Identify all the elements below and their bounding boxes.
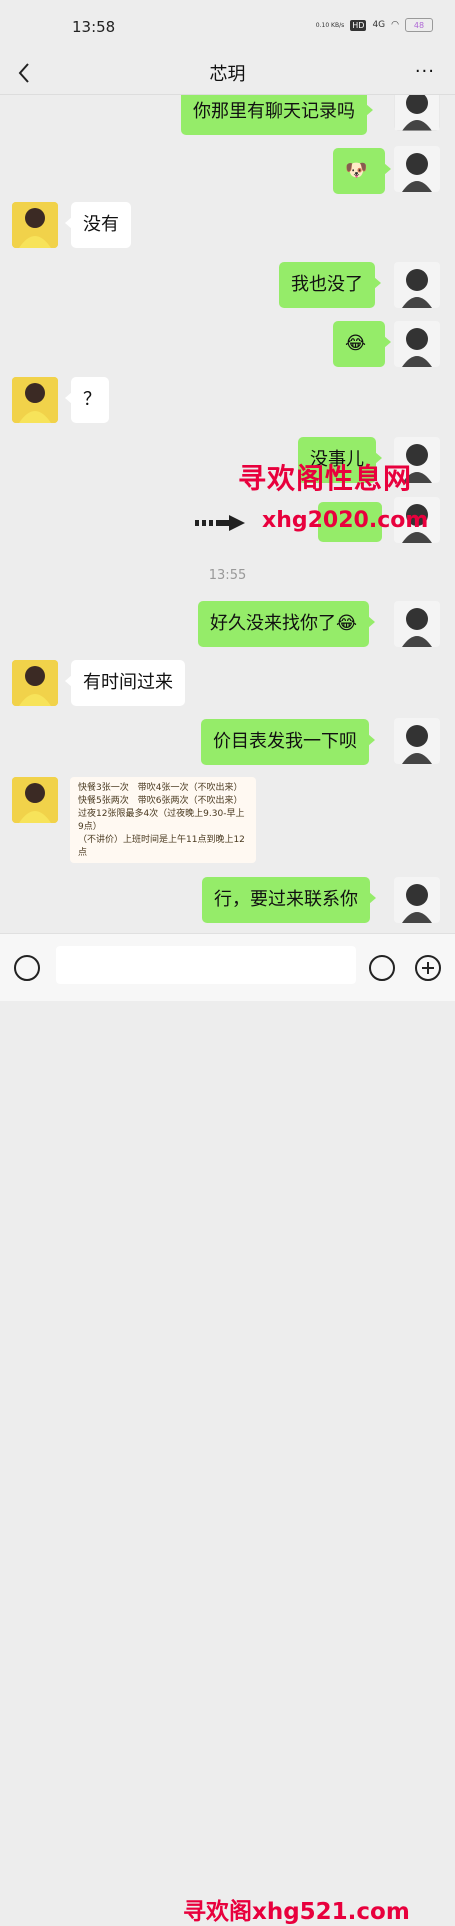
price-list-card[interactable]: 快餐3张一次 带吹4张一次（不吹出来） 快餐5张两次 带吹6张两次（不吹出来） …: [70, 777, 256, 863]
avatar[interactable]: [394, 321, 440, 367]
dog-emoji: 🐶: [345, 160, 368, 181]
message-bubble[interactable]: 没有: [65, 202, 131, 248]
watermark-bottom: 寻欢阁xhg521.com: [183, 1899, 410, 1925]
avatar[interactable]: [394, 95, 440, 131]
status-icons: 0.10 KB/s HD 4G ◠ 48: [316, 18, 433, 32]
avatar[interactable]: [394, 262, 440, 308]
status-bar: 13:58 0.10 KB/s HD 4G ◠ 48: [0, 0, 455, 52]
battery-icon: 48: [405, 18, 433, 32]
wifi-icon: ◠: [391, 20, 399, 30]
avatar[interactable]: [394, 601, 440, 647]
laugh-emoji: 😂: [345, 333, 367, 354]
avatar[interactable]: [12, 660, 58, 706]
message-bubble[interactable]: 你那里有聊天记录吗: [181, 95, 373, 135]
message-bubble[interactable]: 😂: [333, 321, 391, 367]
avatar[interactable]: [394, 146, 440, 192]
message-bubble[interactable]: 有时间过来: [65, 660, 185, 706]
message-bubble[interactable]: 好久没来找你了😂: [198, 601, 376, 647]
avatar[interactable]: [394, 718, 440, 764]
arrow-icon: [195, 515, 245, 531]
battery-level: 48: [413, 20, 425, 30]
chat-title: 芯玥: [209, 64, 246, 85]
avatar[interactable]: [394, 877, 440, 923]
message-bubble[interactable]: 🐶: [333, 148, 391, 194]
signal-icon: 4G: [372, 20, 386, 30]
message-bubble[interactable]: 行，要过来联系你: [202, 877, 376, 923]
status-time: 13:58: [72, 18, 116, 36]
more-dots-icon[interactable]: ···: [415, 63, 435, 81]
message-bubble[interactable]: ？: [65, 377, 109, 423]
avatar[interactable]: [12, 377, 58, 423]
message-bubble[interactable]: 价目表发我一下呗: [201, 719, 375, 765]
hd-icon: HD: [350, 19, 367, 31]
plus-icon[interactable]: [415, 955, 441, 981]
emoji-icon[interactable]: [369, 955, 395, 981]
message-timestamp: 13:55: [208, 568, 247, 583]
avatar[interactable]: [12, 777, 58, 823]
voice-icon[interactable]: [14, 955, 40, 981]
watermark-title: 寻欢阁性息网: [238, 462, 413, 495]
chat-header: 芯玥 ···: [0, 52, 455, 95]
avatar[interactable]: [12, 202, 58, 248]
network-speed: 0.10 KB/s: [315, 21, 345, 29]
input-bar: 寻欢阁xhg521.com: [0, 933, 455, 1925]
watermark-url: xhg2020.com: [262, 508, 429, 533]
message-input[interactable]: [56, 946, 356, 984]
message-bubble[interactable]: 我也没了: [279, 262, 381, 308]
